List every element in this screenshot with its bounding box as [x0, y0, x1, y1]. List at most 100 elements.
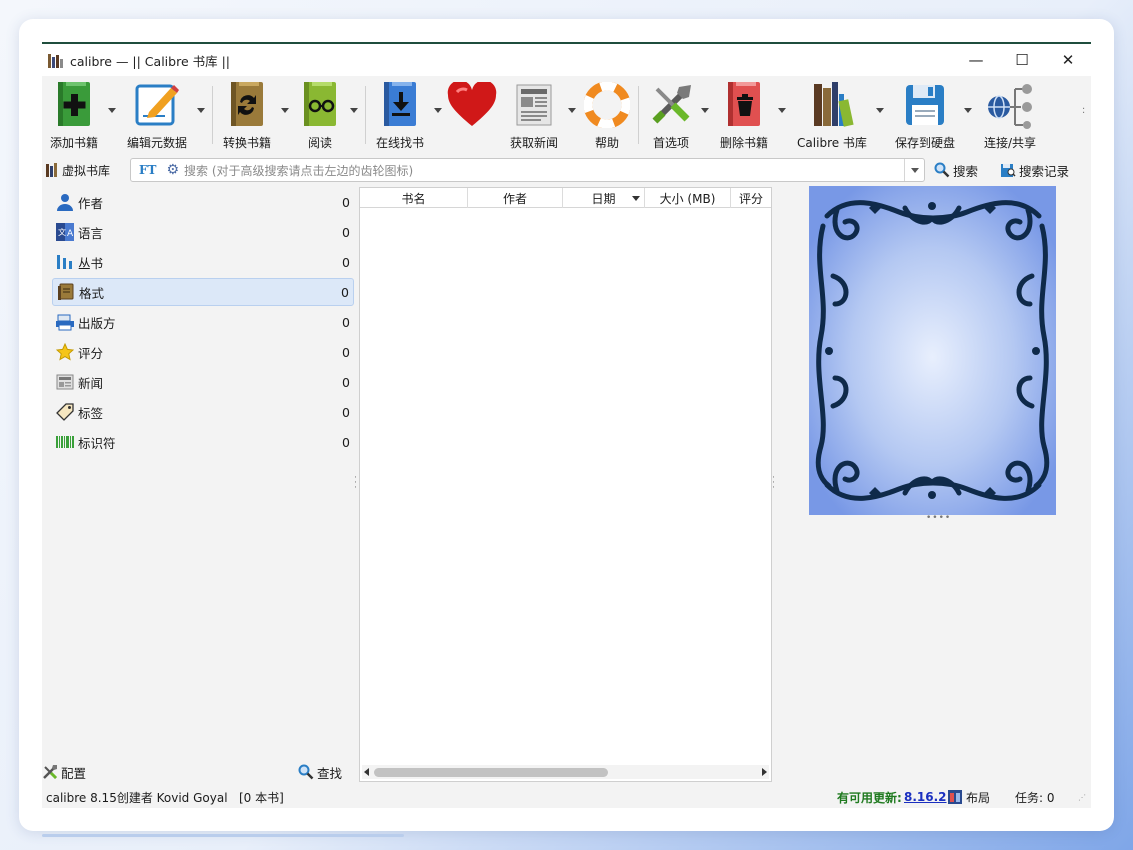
convert-books-dropdown-arrow[interactable] [281, 108, 289, 113]
resize-grip-icon[interactable]: ⋰ [1078, 794, 1086, 802]
right-splitter-handle[interactable]: · · · [772, 474, 775, 493]
tag-icon [56, 403, 74, 421]
layout-button[interactable]: 布局 [947, 789, 990, 806]
toolbar-separator [365, 86, 366, 144]
configure-button[interactable]: 配置 [42, 762, 86, 782]
tag-browser-item-identifiers[interactable]: 标识符 0 [52, 428, 354, 456]
edit-metadata-button[interactable]: 编辑元数据 [126, 78, 188, 154]
book-cover-placeholder[interactable] [809, 186, 1056, 515]
tag-browser-item-publishers[interactable]: 出版方 0 [52, 308, 354, 336]
toolbar-overflow-handle[interactable]: · · [1082, 105, 1085, 119]
search-button[interactable]: 搜索 [934, 160, 978, 180]
layout-icon [948, 790, 962, 804]
book-list-header: 书名 作者 日期 大小 (MB) 评分 [360, 188, 771, 208]
view-dropdown-arrow[interactable] [350, 108, 358, 113]
library-dropdown-arrow[interactable] [876, 108, 884, 113]
status-bar: calibre 8.15创建者 Kovid Goyal [0 本书] 有可用更新… [42, 784, 1091, 808]
add-book-icon [49, 80, 99, 130]
gear-icon[interactable]: ⚙ [166, 162, 179, 178]
full-text-search-icon[interactable]: FT [139, 163, 156, 177]
status-version-text: calibre 8.15创建者 Kovid Goyal [46, 790, 228, 805]
tag-browser-item-rating[interactable]: 评分 0 [52, 338, 354, 366]
donate-button[interactable] [447, 78, 497, 154]
update-available-label: 有可用更新: [837, 790, 902, 805]
window-title: calibre — || Calibre 书库 || [70, 53, 231, 69]
series-icon [56, 253, 74, 271]
scroll-right-arrow-icon[interactable] [762, 768, 767, 776]
add-books-dropdown-arrow[interactable] [108, 108, 116, 113]
search-icon [298, 764, 314, 780]
book-list-table[interactable]: 书名 作者 日期 大小 (MB) 评分 [359, 187, 772, 782]
fetch-news-button[interactable]: 获取新闻 [507, 78, 561, 154]
star-icon [56, 343, 74, 361]
calibre-app-icon [48, 52, 64, 68]
column-header-author[interactable]: 作者 [468, 188, 563, 208]
sort-descending-icon [632, 196, 640, 201]
search-history-dropdown[interactable] [904, 159, 924, 181]
preferences-dropdown-arrow[interactable] [701, 108, 709, 113]
title-bar[interactable]: calibre — || Calibre 书库 || — ☐ ✕ [42, 44, 1091, 76]
remove-books-dropdown-arrow[interactable] [778, 108, 786, 113]
lifebuoy-icon [582, 80, 632, 130]
add-books-button[interactable]: 添加书籍 [48, 78, 100, 154]
floppy-disk-icon [900, 80, 950, 130]
edit-metadata-icon [132, 80, 182, 130]
tag-browser-item-tags[interactable]: 标签 0 [52, 398, 354, 426]
search-bar: 虚拟书库 FT ⚙ 搜索 (对于高级搜索请点击左边的齿轮图标) 搜索 搜索记录 [42, 156, 1091, 184]
tag-browser-item-authors[interactable]: 作者 0 [52, 188, 354, 216]
column-header-size[interactable]: 大小 (MB) [645, 188, 731, 208]
status-book-count: [0 本书] [239, 790, 284, 805]
save-to-disk-dropdown-arrow[interactable] [964, 108, 972, 113]
column-header-rating[interactable]: 评分 [731, 188, 771, 208]
column-header-title[interactable]: 书名 [360, 188, 468, 208]
save-to-disk-button[interactable]: 保存到硬盘 [892, 78, 958, 154]
toolbar-separator [638, 86, 639, 144]
tools-icon [43, 765, 58, 780]
barcode-icon [56, 433, 74, 451]
person-icon [56, 193, 74, 211]
virtual-library-button[interactable]: 虚拟书库 [46, 160, 110, 180]
jobs-indicator[interactable]: 任务: 0 [1015, 789, 1055, 806]
edit-metadata-dropdown-arrow[interactable] [197, 108, 205, 113]
search-icon [934, 162, 950, 178]
get-books-dropdown-arrow[interactable] [434, 108, 442, 113]
preferences-button[interactable]: 首选项 [644, 78, 698, 154]
search-input[interactable]: FT ⚙ 搜索 (对于高级搜索请点击左边的齿轮图标) [130, 158, 925, 182]
download-book-icon [375, 80, 425, 130]
calibre-main-window: calibre — || Calibre 书库 || — ☐ ✕ 添加书籍 编辑… [42, 42, 1091, 808]
convert-books-button[interactable]: 转换书籍 [218, 78, 276, 154]
column-header-date[interactable]: 日期 [563, 188, 645, 208]
convert-book-icon [222, 80, 272, 130]
scrollbar-thumb[interactable] [374, 768, 608, 777]
library-books-icon [807, 80, 857, 130]
library-button[interactable]: Calibre 书库 [794, 78, 870, 154]
view-button[interactable]: 阅读 [297, 78, 343, 154]
minimize-button[interactable]: — [953, 44, 999, 76]
tag-browser-item-formats[interactable]: 格式 0 [52, 278, 354, 306]
tag-browser-item-languages[interactable]: 文A 语言 0 [52, 218, 354, 246]
left-splitter-handle[interactable]: · · · [354, 474, 357, 493]
toolbar-separator [212, 86, 213, 144]
remove-books-button[interactable]: 删除书籍 [716, 78, 772, 154]
update-version-link[interactable]: 8.16.2 [904, 790, 947, 804]
language-icon: 文A [56, 223, 74, 241]
fetch-news-dropdown-arrow[interactable] [568, 108, 576, 113]
svg-text:文: 文 [58, 227, 66, 237]
maximize-button[interactable]: ☐ [999, 44, 1045, 76]
tools-icon [646, 80, 696, 130]
help-button[interactable]: 帮助 [582, 78, 632, 154]
saved-searches-button[interactable]: 搜索记录 [1000, 160, 1069, 180]
news-icon [56, 373, 74, 391]
read-book-icon [295, 80, 345, 130]
tag-browser-item-news[interactable]: 新闻 0 [52, 368, 354, 396]
connect-share-button[interactable]: 连接/共享 [979, 78, 1041, 154]
scroll-left-arrow-icon[interactable] [364, 768, 369, 776]
get-books-button[interactable]: 在线找书 [372, 78, 428, 154]
find-button[interactable]: 查找 [298, 762, 342, 782]
tag-browser-item-series[interactable]: 丛书 0 [52, 248, 354, 276]
close-button[interactable]: ✕ [1045, 44, 1091, 76]
tag-browser: 作者 0 文A 语言 0 丛书 0 格式 0 出版方 0 评分 0 新闻 0 标… [42, 188, 356, 766]
book-format-icon [57, 283, 75, 301]
network-globe-icon [985, 80, 1035, 130]
book-list-horizontal-scrollbar[interactable] [362, 765, 769, 779]
